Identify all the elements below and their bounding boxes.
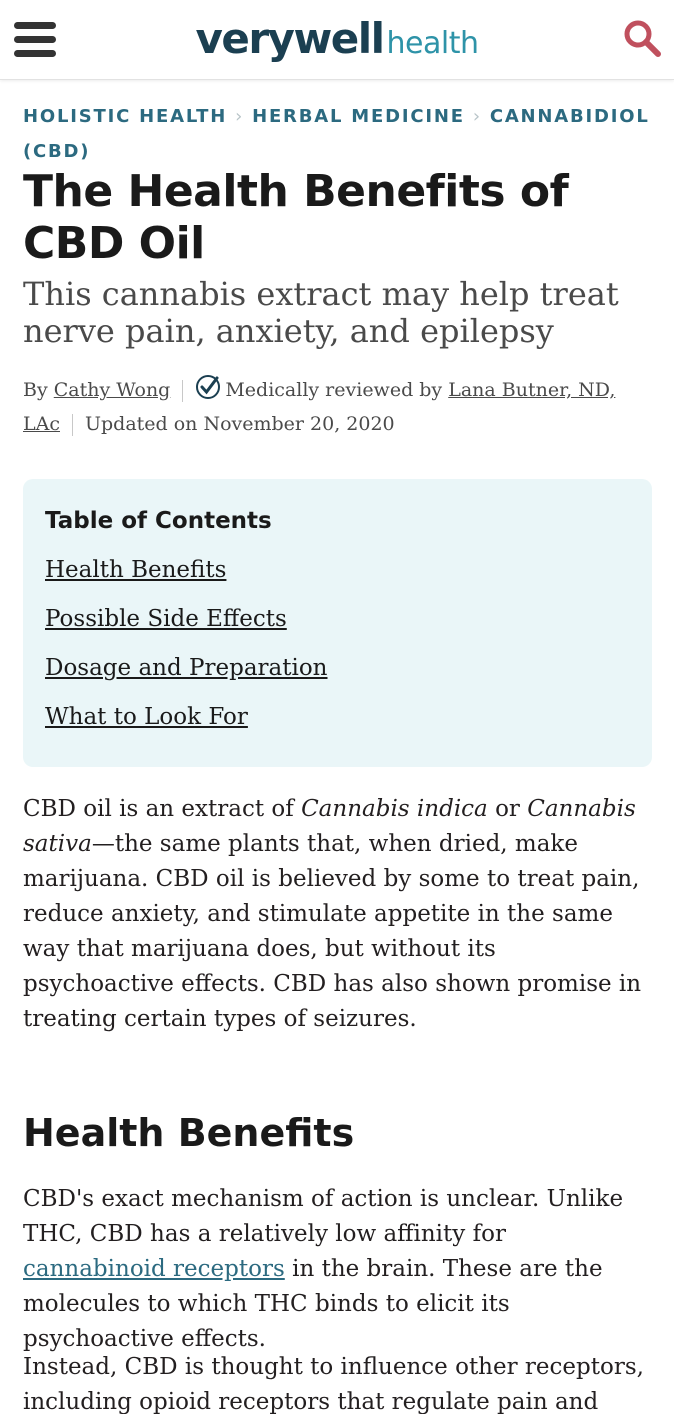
article-subtitle: This cannabis extract may help treat ner… xyxy=(23,275,619,350)
article-byline: By Cathy Wong Medically reviewed by Lana … xyxy=(23,374,653,439)
toc-item: Health Benefits xyxy=(45,554,630,586)
toc-item: Dosage and Preparation xyxy=(45,652,630,684)
intro-paragraph: CBD oil is an extract of Cannabis indica… xyxy=(23,792,653,1037)
toc-link-what-to-look-for[interactable]: What to Look For xyxy=(45,704,248,730)
toc-item: What to Look For xyxy=(45,701,630,733)
toc-link-possible-side-effects[interactable]: Possible Side Effects xyxy=(45,606,287,632)
table-of-contents: Table of Contents Health Benefits Possib… xyxy=(23,479,652,767)
body-text: CBD's exact mechanism of action is uncle… xyxy=(23,1186,624,1247)
intro-text: or xyxy=(487,796,528,822)
verified-check-icon xyxy=(195,374,221,409)
byline-divider xyxy=(182,380,184,402)
intro-italic-cannabis-indica: Cannabis indica xyxy=(301,796,488,822)
search-icon[interactable] xyxy=(622,18,662,58)
breadcrumb: HOLISTIC HEALTH › HERBAL MEDICINE › CANNABID… xyxy=(23,99,653,169)
top-nav-bar: verywell health xyxy=(0,0,674,80)
toc-link-dosage-and-preparation[interactable]: Dosage and Preparation xyxy=(45,655,328,681)
toc-item: Possible Side Effects xyxy=(45,603,630,635)
chevron-right-icon: › xyxy=(235,106,245,127)
breadcrumb-item-herbal-medicine[interactable]: HERBAL MEDICINE xyxy=(252,106,465,127)
logo-wordmark-light: health xyxy=(386,26,479,61)
byline-by: By xyxy=(23,379,48,401)
byline-divider xyxy=(71,414,73,436)
cannabinoid-receptors-link[interactable]: cannabinoid receptors xyxy=(23,1256,285,1282)
updated-date: Updated on November 20, 2020 xyxy=(84,413,395,435)
reviewed-by-label: Medically reviewed by xyxy=(225,379,443,401)
body-paragraph: CBD's exact mechanism of action is uncle… xyxy=(23,1182,653,1357)
breadcrumb-item-holistic-health[interactable]: HOLISTIC HEALTH xyxy=(23,106,227,127)
intro-text: CBD oil is an extract of xyxy=(23,796,302,822)
site-logo[interactable]: verywell health xyxy=(0,14,674,69)
section-heading-health-benefits: Health Benefits xyxy=(23,1111,355,1155)
toc-list: Health Benefits Possible Side Effects Do… xyxy=(45,554,630,733)
toc-heading: Table of Contents xyxy=(45,508,272,534)
body-paragraph: Instead, CBD is thought to influence oth… xyxy=(23,1354,644,1414)
author-link[interactable]: Cathy Wong xyxy=(54,379,171,401)
toc-link-health-benefits[interactable]: Health Benefits xyxy=(45,557,226,583)
chevron-right-icon: › xyxy=(472,106,482,127)
intro-text: —the same plants that, when dried, make … xyxy=(23,831,642,1032)
article-title: The Health Benefits of CBD Oil xyxy=(23,166,569,269)
logo-wordmark-bold: verywell xyxy=(195,14,385,63)
